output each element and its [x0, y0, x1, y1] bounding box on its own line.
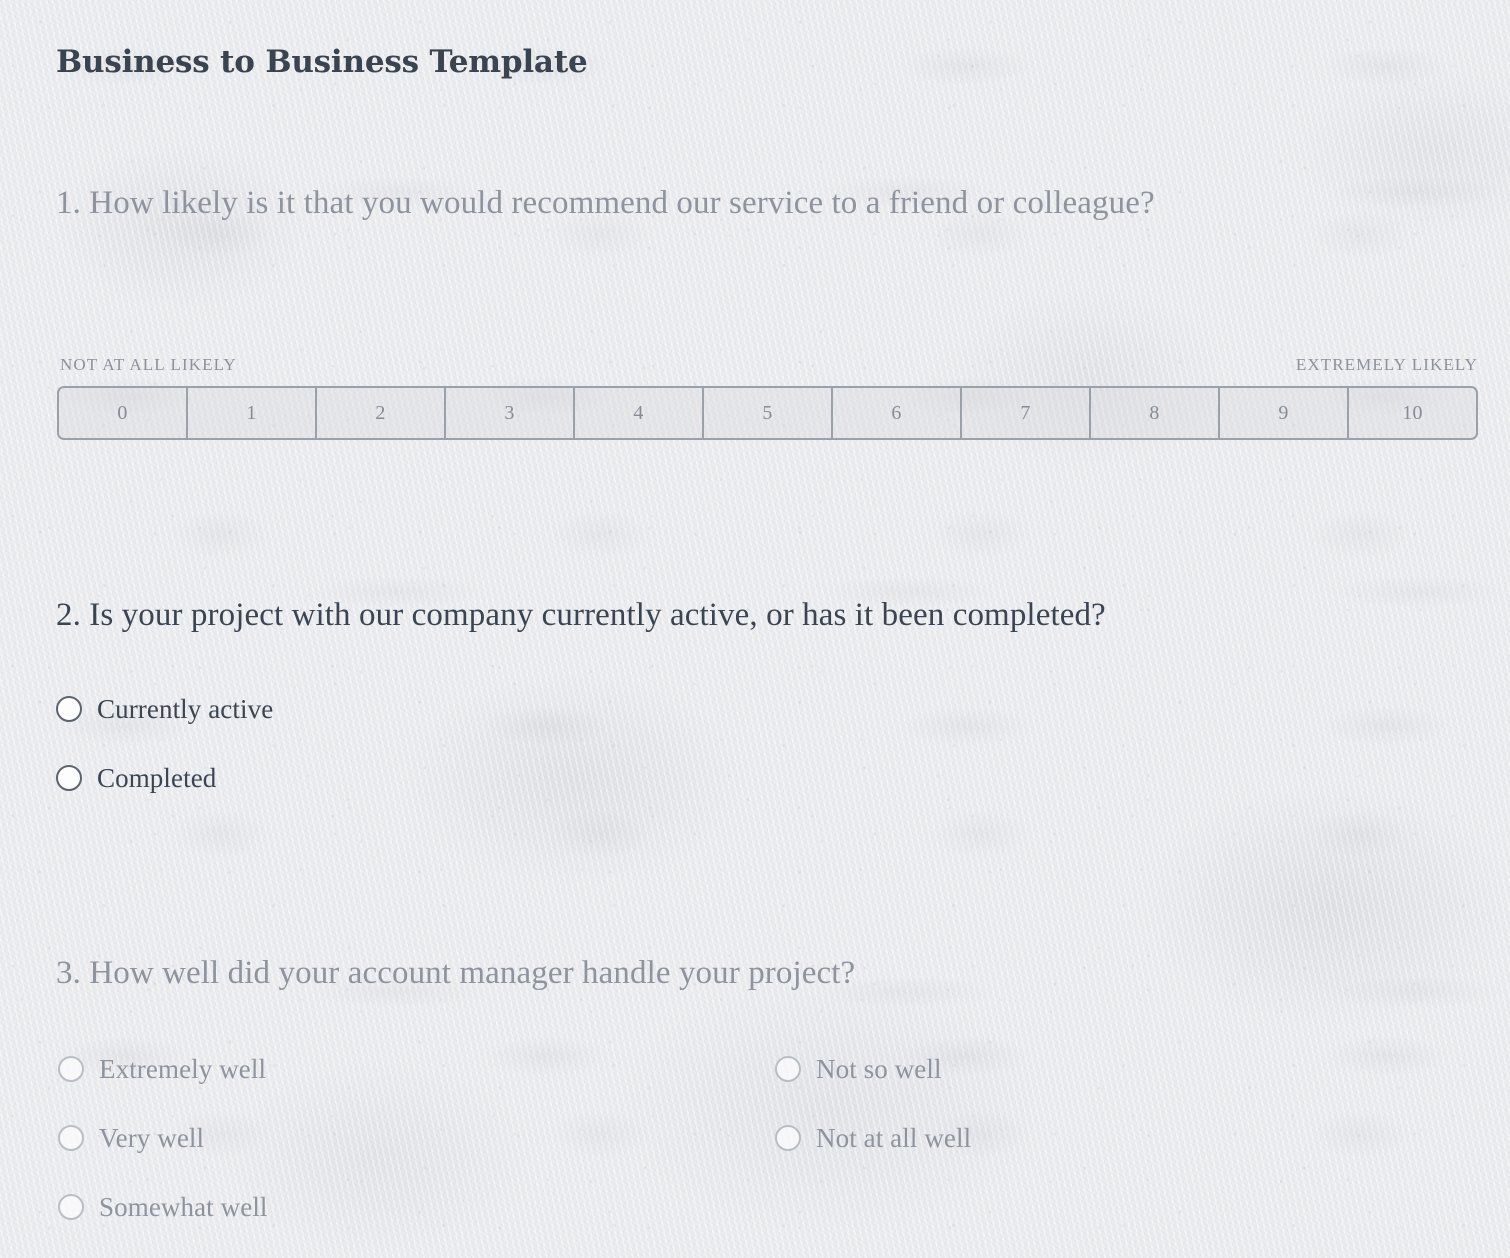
- option-label: Very well: [99, 1123, 205, 1153]
- scale-endpoint-labels: NOT AT ALL LIKELY EXTREMELY LIKELY: [57, 355, 1478, 379]
- survey-page: Business to Business Template 1. How lik…: [0, 0, 1510, 1258]
- option-label: Not so well: [816, 1054, 942, 1084]
- radio-button-icon[interactable]: [58, 1125, 84, 1151]
- question-1-text: 1. How likely is it that you would recom…: [56, 185, 1155, 221]
- scale-option-0[interactable]: 0: [59, 388, 188, 438]
- question-2-option-currently-active[interactable]: Currently active: [56, 694, 273, 724]
- radio-button-icon[interactable]: [58, 1194, 84, 1220]
- question-2-text: 2. Is your project with our company curr…: [56, 597, 1106, 633]
- scale-option-1[interactable]: 1: [188, 388, 317, 438]
- radio-button-icon[interactable]: [56, 696, 82, 722]
- scale-left-label: NOT AT ALL LIKELY: [60, 355, 237, 374]
- question-3-option-somewhat-well[interactable]: Somewhat well: [58, 1192, 268, 1222]
- page-title: Business to Business Template: [56, 44, 588, 80]
- scale-right-label: EXTREMELY LIKELY: [1295, 355, 1478, 374]
- option-label: Not at all well: [816, 1123, 972, 1153]
- question-3-option-not-so-well[interactable]: Not so well: [775, 1054, 942, 1084]
- radio-button-icon[interactable]: [56, 765, 82, 791]
- nps-scale-question-1: NOT AT ALL LIKELY EXTREMELY LIKELY 0 1 2…: [57, 355, 1478, 440]
- option-label: Currently active: [97, 694, 274, 724]
- question-3-option-very-well[interactable]: Very well: [58, 1123, 204, 1153]
- option-label: Completed: [97, 763, 217, 793]
- radio-button-icon[interactable]: [775, 1056, 801, 1082]
- scale-option-9[interactable]: 9: [1220, 388, 1349, 438]
- scale-option-4[interactable]: 4: [575, 388, 704, 438]
- radio-button-icon[interactable]: [775, 1125, 801, 1151]
- question-3-text: 3. How well did your account manager han…: [56, 955, 856, 991]
- scale-option-2[interactable]: 2: [317, 388, 446, 438]
- radio-button-icon[interactable]: [58, 1056, 84, 1082]
- nps-scale-row: 0 1 2 3 4 5 6 7 8 9 10: [57, 386, 1478, 440]
- question-2-option-completed[interactable]: Completed: [56, 763, 216, 793]
- option-label: Extremely well: [99, 1054, 267, 1084]
- question-3-option-not-at-all-well[interactable]: Not at all well: [775, 1123, 971, 1153]
- scale-option-6[interactable]: 6: [833, 388, 962, 438]
- scale-option-10[interactable]: 10: [1349, 388, 1476, 438]
- scale-option-8[interactable]: 8: [1091, 388, 1220, 438]
- option-label: Somewhat well: [99, 1192, 268, 1222]
- scale-option-5[interactable]: 5: [704, 388, 833, 438]
- scale-option-7[interactable]: 7: [962, 388, 1091, 438]
- scale-option-3[interactable]: 3: [446, 388, 575, 438]
- question-3-option-extremely-well[interactable]: Extremely well: [58, 1054, 266, 1084]
